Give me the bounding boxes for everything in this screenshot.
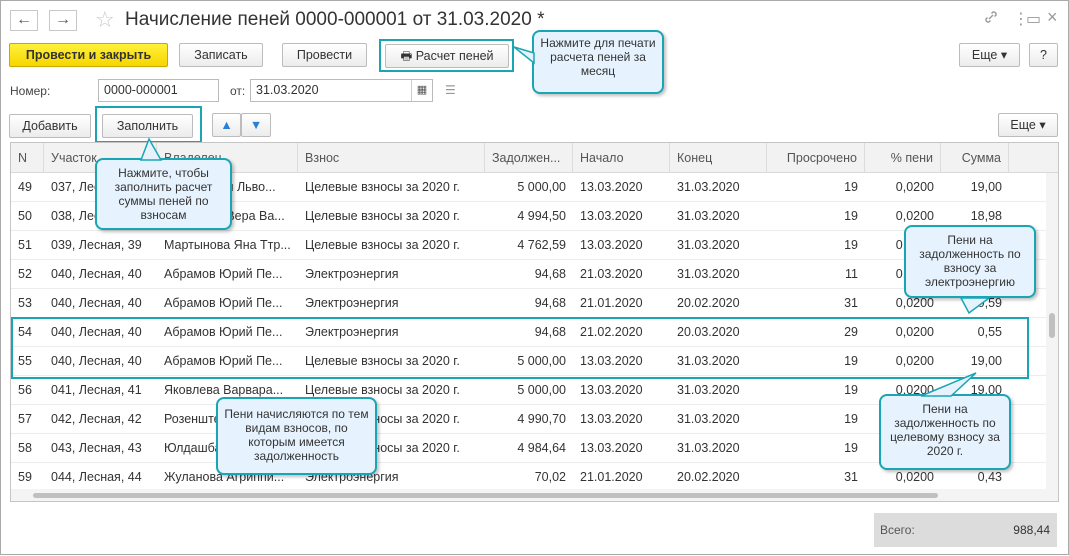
total-label: Всего: bbox=[880, 523, 915, 537]
callout-pointers bbox=[139, 46, 992, 397]
total-box: Всего: 988,44 bbox=[874, 513, 1057, 547]
document-window: ← → ☆ Начисление пеней 0000-000001 от 31… bbox=[0, 0, 1069, 555]
total-value: 988,44 bbox=[1013, 523, 1050, 537]
